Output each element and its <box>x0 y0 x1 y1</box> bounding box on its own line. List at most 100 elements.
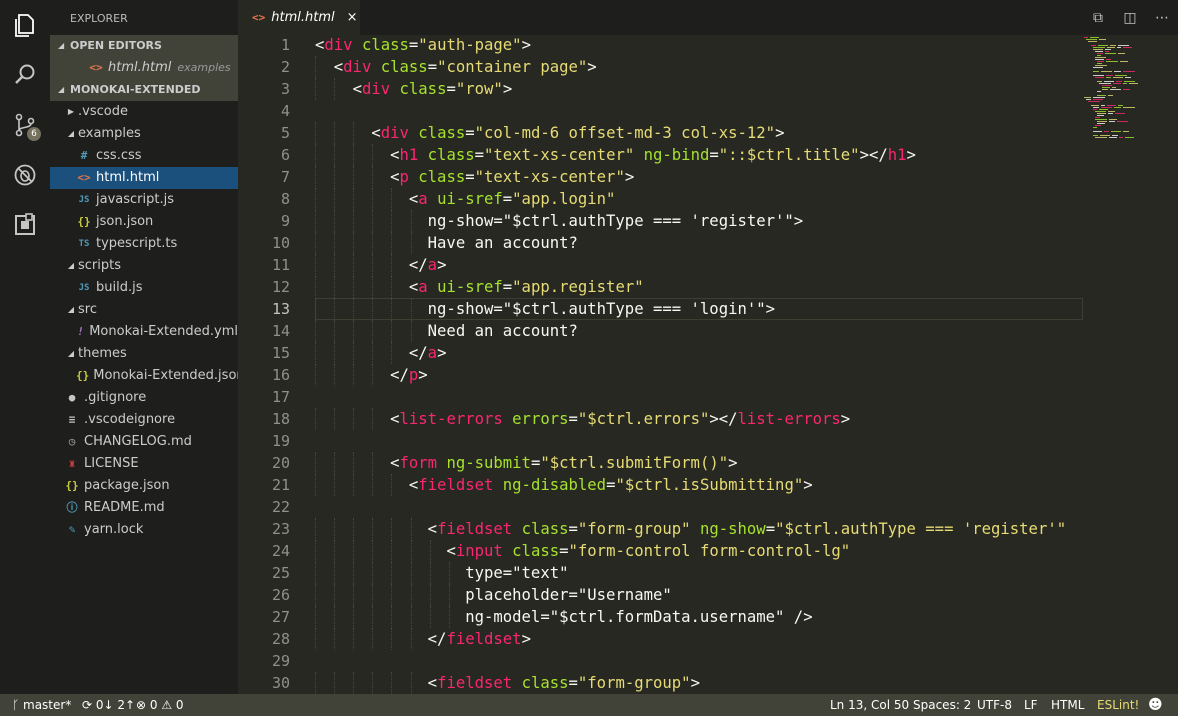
code-line[interactable]: <div class="row"> <box>315 78 513 100</box>
open-editors-header[interactable]: ◢ OPEN EDITORS <box>50 35 238 57</box>
tree-file-json[interactable]: {} json.json <box>50 211 238 233</box>
minimap-stroke <box>1093 99 1104 100</box>
cursor-position[interactable]: Ln 13, Col 50 <box>830 694 909 716</box>
more-actions-icon[interactable]: ⋯ <box>1146 10 1178 26</box>
debug-icon[interactable] <box>0 150 50 200</box>
tree-folder-scripts[interactable]: ◢ scripts <box>50 255 238 277</box>
indent-guide <box>334 232 336 254</box>
branch-indicator[interactable]: ᚴ master* <box>12 694 71 716</box>
minimap-stroke <box>1095 77 1104 78</box>
code-line[interactable]: <list-errors errors="$ctrl.errors"></lis… <box>315 408 850 430</box>
tree-file-yarnlock[interactable]: ✎ yarn.lock <box>50 519 238 541</box>
code-line[interactable]: ng-show="$ctrl.authType === 'register'"> <box>315 210 804 232</box>
open-editor-item[interactable]: <> html.html examples <box>50 57 238 79</box>
explorer-icon[interactable] <box>0 0 50 50</box>
license-icon: ♜ <box>68 457 76 470</box>
yarn-icon: ✎ <box>68 523 76 536</box>
indent-guide <box>334 628 336 650</box>
code-line[interactable]: <fieldset ng-disabled="$ctrl.isSubmittin… <box>315 474 813 496</box>
problems-indicator[interactable]: ⊗ 0 ⚠ 0 <box>136 694 184 716</box>
open-editors-label: OPEN EDITORS <box>70 39 162 52</box>
code-line[interactable]: </fieldset> <box>315 628 531 650</box>
minimap-stroke <box>1086 99 1092 100</box>
indent-guide <box>391 628 393 650</box>
minimap[interactable] <box>1084 35 1178 145</box>
code-line[interactable]: <div class="auth-page"> <box>315 35 531 56</box>
sync-indicator[interactable]: ⟳ 0↓ 2↑ <box>82 694 135 716</box>
tree-file-javascript[interactable]: JS javascript.js <box>50 189 238 211</box>
json-file-icon: {} <box>77 215 91 228</box>
code-line[interactable]: <form ng-submit="$ctrl.submitForm()"> <box>315 452 737 474</box>
tree-file-vscodeignore[interactable]: ≡ .vscodeignore <box>50 409 238 431</box>
minimap-stroke <box>1109 137 1117 138</box>
minimap-stroke <box>1117 105 1123 106</box>
source-control-icon[interactable]: 6 <box>0 100 50 150</box>
code-line[interactable]: <input class="form-control form-control-… <box>315 540 850 562</box>
minimap-stroke <box>1100 107 1112 108</box>
line-ending[interactable]: LF <box>1024 694 1038 716</box>
tree-file-readme[interactable]: ⓘ README.md <box>50 497 238 519</box>
code-editor[interactable]: 1 <div class="auth-page"> 2 <div class="co… <box>238 35 1178 694</box>
minimap-stroke <box>1113 83 1122 84</box>
close-icon[interactable]: × <box>347 10 358 25</box>
tree-file-html[interactable]: <> html.html <box>50 167 238 189</box>
indent-guide <box>410 518 412 540</box>
feedback-smiley-icon[interactable]: ☻ <box>1148 694 1163 716</box>
tree-folder-examples[interactable]: ◢ examples <box>50 123 238 145</box>
indent-guide <box>315 584 316 606</box>
tree-file-yml[interactable]: ! Monokai-Extended.yml <box>50 321 238 343</box>
indent-guide <box>372 518 374 540</box>
code-line[interactable]: placeholder="Username" <box>315 584 672 606</box>
code-line[interactable]: Have an account? <box>315 232 578 254</box>
minimap-stroke <box>1108 113 1114 114</box>
indent-guide <box>315 342 316 364</box>
encoding[interactable]: UTF-8 <box>977 694 1012 716</box>
extensions-icon[interactable] <box>0 200 50 250</box>
code-line[interactable]: <a ui-sref="app.login" <box>315 188 616 210</box>
minimap-stroke <box>1116 47 1121 48</box>
code-line[interactable]: ng-model="$ctrl.formData.username" /> <box>315 606 812 628</box>
error-icon: ⊗ <box>136 698 150 712</box>
minimap-stroke <box>1092 47 1105 48</box>
language-mode[interactable]: HTML <box>1051 694 1084 716</box>
minimap-stroke <box>1109 121 1116 122</box>
tab-html[interactable]: <> html.html × <box>238 0 360 35</box>
code-line[interactable]: <div class="container page"> <box>315 56 597 78</box>
code-line[interactable]: <h1 class="text-xs-center" ng-bind="::$c… <box>315 144 916 166</box>
minimap-stroke <box>1097 113 1107 114</box>
split-editor-icon[interactable]: ◫ <box>1114 10 1146 26</box>
minimap-stroke <box>1108 111 1115 112</box>
tree-folder-themes[interactable]: ◢ themes <box>50 343 238 365</box>
line-number: 22 <box>271 498 290 516</box>
code-line[interactable]: <div class="col-md-6 offset-md-3 col-xs-… <box>315 122 784 144</box>
minimap-stroke <box>1109 89 1121 90</box>
tree-file-theme-json[interactable]: {} Monokai-Extended.json <box>50 365 238 387</box>
tree-folder-src[interactable]: ◢ src <box>50 299 238 321</box>
project-header[interactable]: ◢ MONOKAI-EXTENDED <box>50 79 238 101</box>
tree-file-license[interactable]: ♜ LICENSE <box>50 453 238 475</box>
tree-file-gitignore[interactable]: ● .gitignore <box>50 387 238 409</box>
tree-label: Monokai-Extended.yml <box>89 324 238 339</box>
minimap-stroke <box>1109 119 1117 120</box>
code-line[interactable]: Need an account? <box>315 320 578 342</box>
indentation[interactable]: Spaces: 2 <box>913 694 971 716</box>
tree-file-package[interactable]: {} package.json <box>50 475 238 497</box>
open-preview-icon[interactable]: ⧉ <box>1082 10 1114 26</box>
tree-file-typescript[interactable]: TS typescript.ts <box>50 233 238 255</box>
code-line[interactable]: ng-show="$ctrl.authType === 'login'"> <box>315 298 775 320</box>
eslint-status[interactable]: ESLint! <box>1097 694 1139 716</box>
tree-file-build[interactable]: JS build.js <box>50 277 238 299</box>
minimap-stroke <box>1098 109 1108 110</box>
tree-folder-vscode[interactable]: ▶ .vscode <box>50 101 238 123</box>
indent-guide <box>334 276 336 298</box>
html-file-icon: <> <box>89 61 103 74</box>
indent-guide <box>353 210 355 232</box>
line-number: 15 <box>271 344 290 362</box>
search-icon[interactable] <box>0 50 50 100</box>
indent-guide <box>353 276 355 298</box>
code-line[interactable]: <fieldset class="form-group" ng-show="$c… <box>315 518 1066 540</box>
code-line[interactable]: <p class="text-xs-center"> <box>315 166 634 188</box>
tree-file-css[interactable]: # css.css <box>50 145 238 167</box>
code-line[interactable]: <a ui-sref="app.register" <box>315 276 644 298</box>
tree-file-changelog[interactable]: ◷ CHANGELOG.md <box>50 431 238 453</box>
